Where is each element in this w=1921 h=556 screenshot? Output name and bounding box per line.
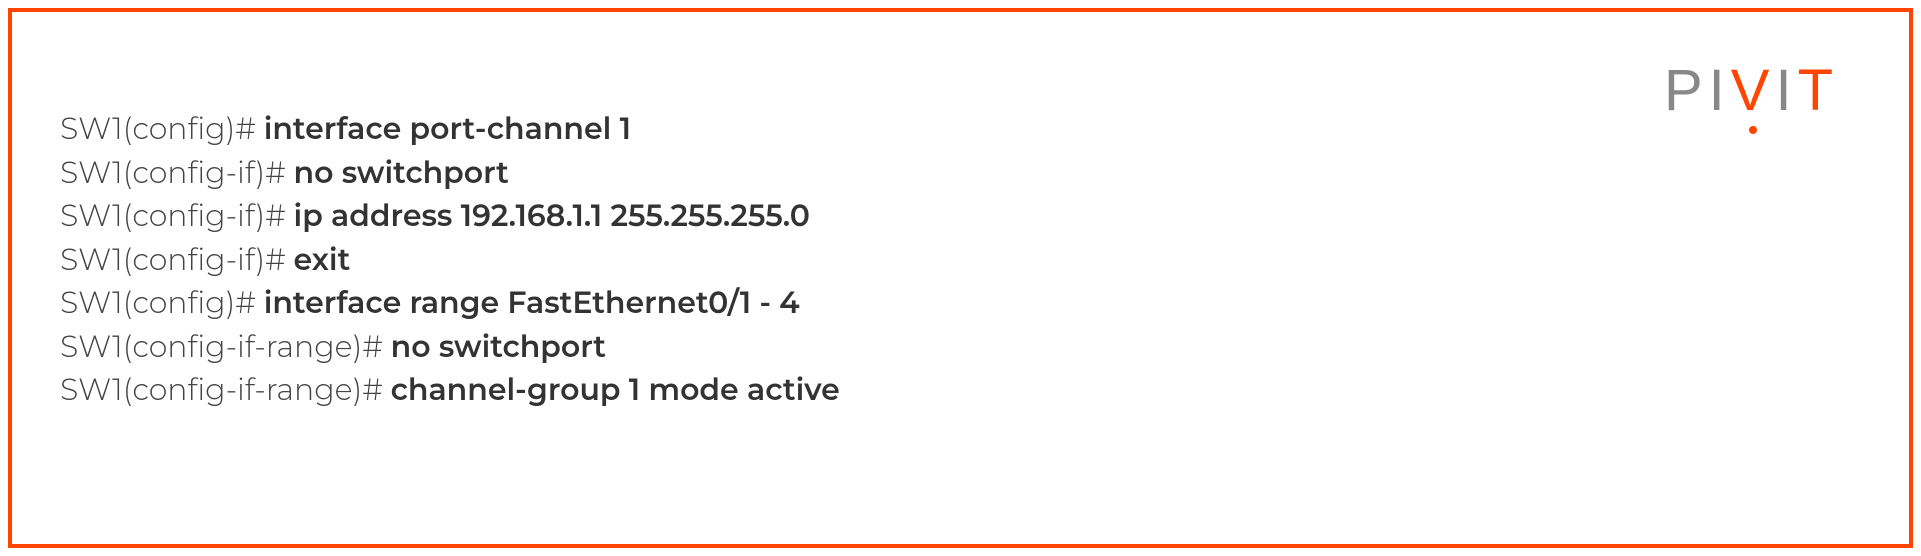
terminal-command: channel-group 1 mode active: [391, 371, 840, 408]
logo-v-container: V: [1731, 57, 1776, 124]
terminal-line: SW1(config)# interface port-channel 1: [60, 107, 1861, 151]
terminal-prompt: SW1(config-if)#: [60, 197, 294, 234]
terminal-output: SW1(config)# interface port-channel 1 SW…: [60, 107, 1861, 412]
terminal-command: no switchport: [294, 154, 509, 191]
terminal-command: ip address 192.168.1.1 255.255.255.0: [294, 197, 810, 234]
terminal-command: exit: [294, 241, 351, 278]
terminal-line: SW1(config)# interface range FastEtherne…: [60, 281, 1861, 325]
terminal-command: no switchport: [391, 328, 606, 365]
logo-letter-v: V: [1731, 58, 1776, 123]
terminal-prompt: SW1(config)#: [60, 284, 264, 321]
logo-letter-t: T: [1798, 57, 1839, 124]
terminal-prompt: SW1(config-if)#: [60, 241, 294, 278]
terminal-command: interface port-channel 1: [264, 110, 631, 147]
logo-letter-i2: I: [1775, 57, 1797, 124]
terminal-prompt: SW1(config)#: [60, 110, 264, 147]
terminal-prompt: SW1(config-if-range)#: [60, 328, 391, 365]
bordered-container: P I V I T SW1(config)# interface port-ch…: [8, 8, 1913, 548]
logo-letter-i1: I: [1709, 57, 1731, 124]
terminal-line: SW1(config-if-range)# channel-group 1 mo…: [60, 368, 1861, 412]
terminal-line: SW1(config-if)# ip address 192.168.1.1 2…: [60, 194, 1861, 238]
logo-dot-icon: [1749, 126, 1757, 134]
terminal-line: SW1(config-if)# no switchport: [60, 151, 1861, 195]
terminal-command: interface range FastEthernet0/1 - 4: [264, 284, 800, 321]
terminal-line: SW1(config-if-range)# no switchport: [60, 325, 1861, 369]
terminal-line: SW1(config-if)# exit: [60, 238, 1861, 282]
terminal-prompt: SW1(config-if-range)#: [60, 371, 391, 408]
logo-letter-p: P: [1664, 57, 1709, 124]
terminal-prompt: SW1(config-if)#: [60, 154, 294, 191]
pivit-logo: P I V I T: [1664, 57, 1839, 124]
